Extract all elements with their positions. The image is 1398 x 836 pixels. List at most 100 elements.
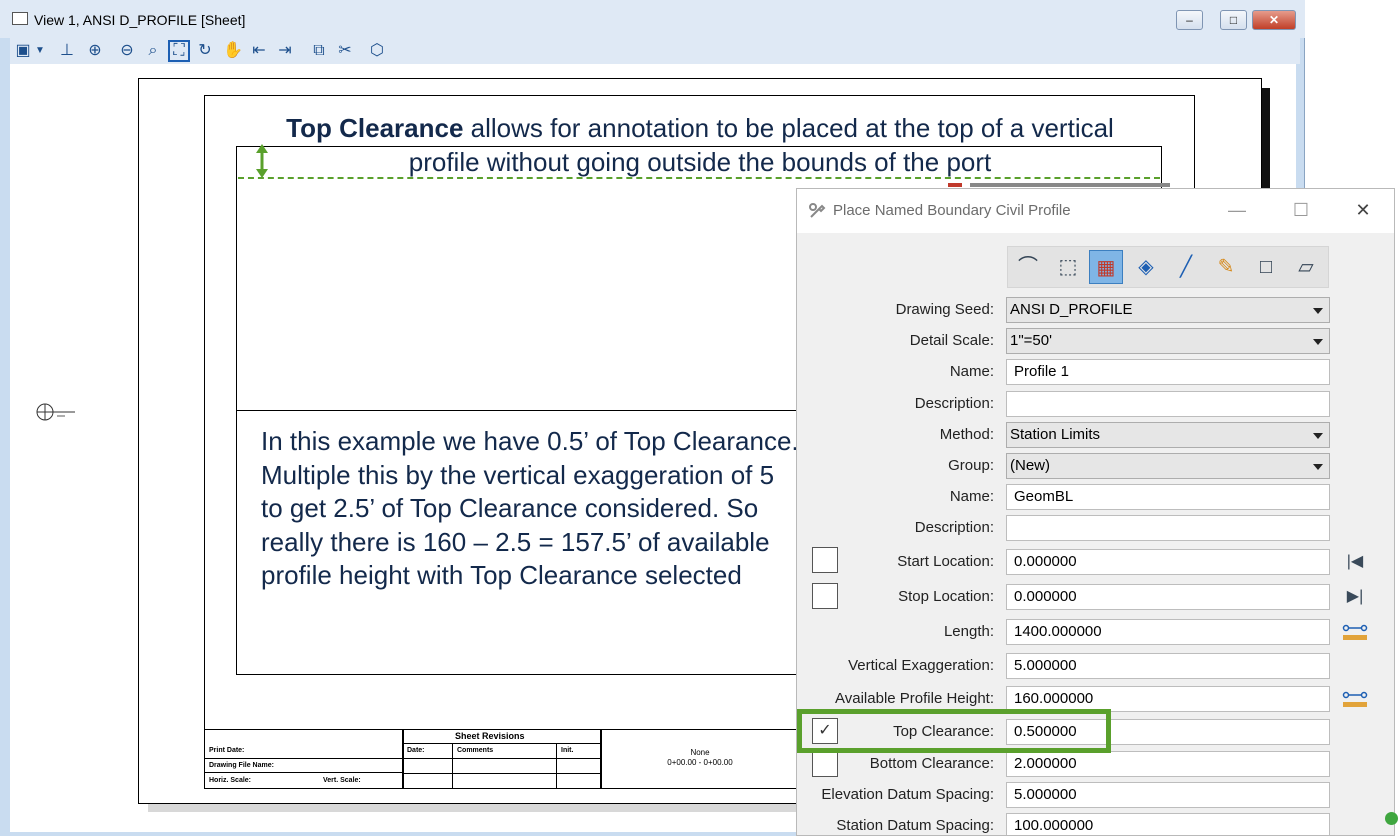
dialog-title-bar[interactable]: Place Named Boundary Civil Profile — ☐ ✕ bbox=[797, 189, 1394, 233]
previous-view-icon[interactable]: ⇤ bbox=[248, 40, 270, 62]
view-attributes-icon[interactable]: ▣ bbox=[12, 40, 34, 62]
start-location-field[interactable]: 0.000000 bbox=[1006, 549, 1330, 575]
minimize-button[interactable]: – bbox=[1176, 10, 1203, 30]
method-value: Station Limits bbox=[1010, 426, 1101, 443]
none-text: None bbox=[690, 748, 710, 757]
comments-column: Comments bbox=[457, 747, 494, 754]
detail-scale-value: 1"=50' bbox=[1010, 332, 1052, 349]
station-datum-spacing-field[interactable]: 100.000000 bbox=[1006, 813, 1330, 835]
civil-plan-icon[interactable]: ⌒ bbox=[1011, 250, 1045, 284]
name-field[interactable]: Profile 1 bbox=[1006, 359, 1330, 385]
dialog-maximize-button[interactable]: ☐ bbox=[1289, 199, 1313, 221]
vertical-exaggeration-label: Vertical Exaggeration: bbox=[848, 657, 994, 674]
dropdown-arrow-icon[interactable]: ▼ bbox=[34, 40, 46, 62]
line-icon[interactable]: ╱ bbox=[1169, 250, 1203, 284]
view-toolbar: ▣ ▼ ⊥ ⊕ ⊖ ⌕ ⛶ ↻ ✋ ⇤ ⇥ ⧉ ✂ ⬡ bbox=[10, 38, 1300, 64]
method-select[interactable]: Station Limits bbox=[1006, 422, 1330, 448]
xs-icon[interactable]: ◈ bbox=[1129, 250, 1163, 284]
date-column: Date: bbox=[407, 747, 425, 754]
next-view-icon[interactable]: ⇥ bbox=[274, 40, 296, 62]
title-block-divider bbox=[402, 743, 600, 744]
length-label: Length: bbox=[943, 623, 994, 640]
pan-icon[interactable]: ✋ bbox=[222, 40, 244, 62]
station-range: 0+00.00 - 0+00.00 bbox=[667, 758, 733, 767]
detail-scale-label: Detail Scale: bbox=[909, 332, 994, 349]
revisions-header: Sheet Revisions bbox=[455, 731, 525, 741]
group-description-field[interactable] bbox=[1006, 515, 1330, 541]
camera-icon[interactable]: ⬡ bbox=[366, 40, 388, 62]
title-block-divider bbox=[204, 772, 402, 773]
dialog-close-button[interactable]: ✕ bbox=[1351, 199, 1375, 221]
title-block-divider bbox=[402, 758, 600, 759]
drawing-seed-label: Drawing Seed: bbox=[895, 301, 994, 318]
group-select[interactable]: (New) bbox=[1006, 453, 1330, 479]
fit-view-icon[interactable]: ⛶ bbox=[168, 40, 190, 62]
title-block-divider bbox=[402, 773, 600, 774]
available-profile-height-label: Available Profile Height: bbox=[835, 690, 994, 707]
chevron-down-icon bbox=[1313, 339, 1323, 345]
method-label: Method: bbox=[939, 426, 994, 443]
pencil-icon[interactable]: ✎ bbox=[1209, 250, 1243, 284]
title-block-divider bbox=[452, 743, 453, 789]
profile-divider bbox=[236, 410, 811, 411]
description-field[interactable] bbox=[1006, 391, 1330, 417]
start-pick-icon[interactable]: |◀ bbox=[1342, 551, 1368, 573]
description-label: Description: bbox=[914, 395, 994, 412]
chevron-down-icon bbox=[1313, 308, 1323, 314]
north-arrow-icon bbox=[36, 403, 75, 421]
grid-profile-icon[interactable]: ▦ bbox=[1089, 250, 1123, 284]
maximize-button[interactable]: □ bbox=[1220, 10, 1247, 30]
stop-location-checkbox[interactable] bbox=[812, 583, 838, 609]
clip-volume-icon[interactable]: ✂ bbox=[334, 40, 356, 62]
elevation-datum-spacing-label: Elevation Datum Spacing: bbox=[821, 786, 994, 803]
close-button[interactable]: ✕ bbox=[1252, 10, 1296, 30]
civil-profile-icon[interactable]: ⬚ bbox=[1051, 250, 1085, 284]
body-annotation: In this example we have 0.5’ of Top Clea… bbox=[261, 426, 799, 591]
start-location-label: Start Location: bbox=[897, 553, 994, 570]
window-area-icon[interactable]: ⌕ bbox=[142, 40, 164, 62]
box-icon[interactable]: □ bbox=[1249, 250, 1283, 284]
stop-pick-icon[interactable]: ▶| bbox=[1342, 586, 1368, 608]
copy-view-icon[interactable]: ⧉ bbox=[308, 40, 330, 62]
measure-distance-icon[interactable] bbox=[1342, 621, 1368, 643]
bottom-clearance-field[interactable]: 2.000000 bbox=[1006, 751, 1330, 777]
bottom-clearance-checkbox[interactable] bbox=[812, 751, 838, 777]
measure-height-icon[interactable] bbox=[1342, 688, 1368, 710]
group-label: Group: bbox=[948, 457, 994, 474]
shape-icon[interactable]: ▱ bbox=[1289, 250, 1323, 284]
stop-location-field[interactable]: 0.000000 bbox=[1006, 584, 1330, 610]
drawing-seed-select[interactable]: ANSI D_PROFILE bbox=[1006, 297, 1330, 323]
view-title: View 1, ANSI D_PROFILE [Sheet] bbox=[34, 12, 246, 28]
chevron-down-icon bbox=[1313, 464, 1323, 470]
group-value: (New) bbox=[1010, 457, 1050, 474]
top-annotation-text: allows for annotation to be placed at th… bbox=[408, 113, 1114, 177]
sheet-shadow bbox=[1262, 88, 1270, 198]
length-field[interactable]: 1400.000000 bbox=[1006, 619, 1330, 645]
group-name-label: Name: bbox=[949, 488, 994, 505]
vertical-exaggeration-field[interactable]: 5.000000 bbox=[1006, 653, 1330, 679]
group-name-field[interactable]: GeomBL bbox=[1006, 484, 1330, 510]
top-clearance-highlight bbox=[797, 709, 1111, 753]
view-title-bar[interactable]: View 1, ANSI D_PROFILE [Sheet] – □ ✕ bbox=[0, 0, 1305, 38]
chevron-down-icon bbox=[1313, 433, 1323, 439]
title-block-divider bbox=[556, 743, 557, 789]
zoom-in-icon[interactable]: ⊕ bbox=[84, 40, 106, 62]
title-block-divider bbox=[600, 729, 602, 789]
obscured-label bbox=[948, 183, 1170, 187]
station-info: None 0+00.00 - 0+00.00 bbox=[640, 748, 760, 768]
zoom-out-icon[interactable]: ⊖ bbox=[116, 40, 138, 62]
elevation-datum-spacing-field[interactable]: 5.000000 bbox=[1006, 782, 1330, 808]
detail-scale-select[interactable]: 1"=50' bbox=[1006, 328, 1330, 354]
stop-location-label: Stop Location: bbox=[898, 588, 994, 605]
rotate-view-icon[interactable]: ↻ bbox=[194, 40, 216, 62]
start-location-checkbox[interactable] bbox=[812, 547, 838, 573]
title-block-divider bbox=[204, 758, 402, 759]
drawing-seed-value: ANSI D_PROFILE bbox=[1010, 301, 1133, 318]
bottom-clearance-label: Bottom Clearance: bbox=[869, 755, 994, 772]
print-date-label: Print Date: bbox=[209, 747, 245, 754]
dialog-minimize-button[interactable]: — bbox=[1225, 199, 1249, 221]
tools-icon bbox=[809, 203, 826, 218]
update-icon[interactable]: ⊥ bbox=[56, 40, 78, 62]
view-window-icon bbox=[12, 12, 28, 25]
station-datum-spacing-label: Station Datum Spacing: bbox=[836, 817, 994, 834]
